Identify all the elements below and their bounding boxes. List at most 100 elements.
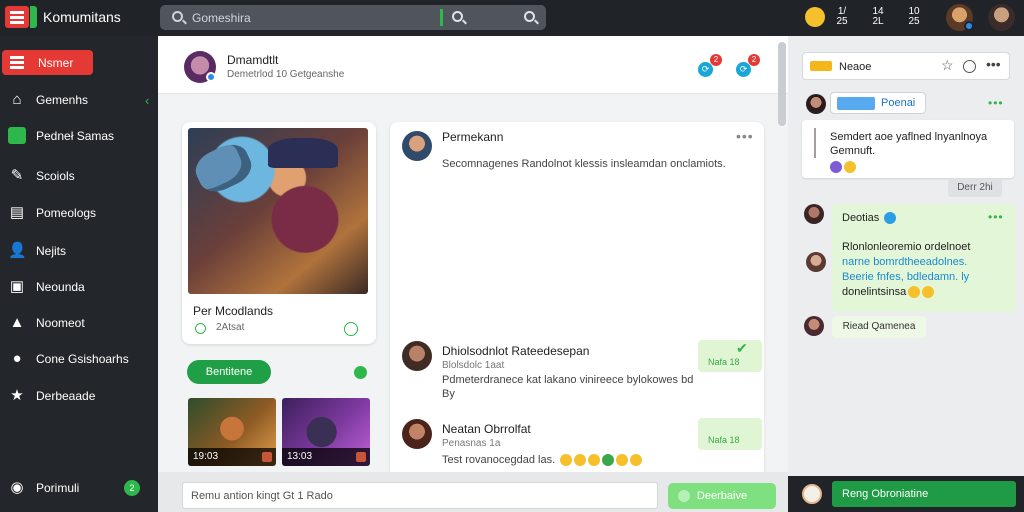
sidebar-item-social[interactable]: ✎ Scoiols: [0, 164, 158, 188]
status-badge[interactable]: Nafa 18: [698, 340, 762, 372]
search-icon[interactable]: [524, 11, 535, 22]
toggle-icon: [678, 490, 690, 502]
star-icon: ★: [10, 387, 24, 404]
sidebar-item-star[interactable]: ★ Derbeaade: [0, 384, 158, 408]
notification-icon[interactable]: ⟳: [698, 62, 713, 77]
circle-icon[interactable]: [963, 60, 976, 73]
profile-icon: ◉: [10, 479, 24, 496]
logo-accent: [30, 6, 37, 28]
emoji-icon: [602, 454, 615, 467]
post-meta: Blolsdolc 1aat: [442, 360, 505, 371]
chat-panel: Neaoe ☆ ••• Poenai ••• Semdert aoe yafln…: [788, 36, 1024, 512]
reply-pill[interactable]: Riead Qamenea: [832, 316, 926, 338]
sidebar-item-home[interactable]: ⌂ Gemenhs ‹: [0, 88, 158, 112]
search-bar[interactable]: [160, 5, 546, 30]
sidebar-item-users[interactable]: 👤 Nejits: [0, 239, 158, 263]
sidebar-item-games[interactable]: Pedneł Samas: [0, 124, 158, 148]
chat-message: Deotias ••• Rlonlonleoremio ordelnoet na…: [832, 204, 1016, 312]
avatar[interactable]: [802, 484, 822, 504]
sidebar-item-group[interactable]: ▲ Noomeot: [0, 311, 158, 335]
message-text: Rlonlonleoremio ordelnoet narne bomrdthe…: [842, 241, 971, 299]
flag-icon: [262, 452, 272, 462]
scrollbar[interactable]: [778, 42, 786, 126]
notification-icon[interactable]: ⟳: [736, 62, 751, 77]
message-input[interactable]: [182, 482, 658, 509]
online-indicator: [964, 21, 974, 31]
more-icon[interactable]: •••: [986, 56, 1001, 72]
chevron-left-icon[interactable]: ‹: [145, 93, 149, 108]
more-icon[interactable]: •••: [988, 210, 1004, 224]
users-icon: 👤: [8, 242, 27, 259]
sidebar-top-button[interactable]: Nsmer: [2, 50, 93, 75]
thumbnail-caption: 13:03: [282, 448, 370, 466]
game-thumbnail[interactable]: 13:03: [282, 398, 370, 466]
search-icon: [172, 11, 183, 22]
home-icon: ⌂: [12, 91, 22, 108]
more-icon[interactable]: •••: [988, 96, 1004, 110]
quote-bar: [814, 128, 816, 158]
chat-message-card: Semdert aoe yaflned lnyanlnoya Gemnuft.: [802, 120, 1014, 178]
search-input[interactable]: [192, 8, 392, 27]
group-icon: ▲: [9, 314, 25, 331]
emoji-icon: [574, 454, 587, 467]
search-divider: [440, 9, 443, 26]
green-action-button[interactable]: Bentitene: [187, 360, 271, 384]
post-author[interactable]: Dhiolsodnlot Rateedesepan: [442, 344, 589, 358]
post-text: By: [442, 388, 455, 400]
hero-card[interactable]: Per Mcodlands 2Atsat: [182, 122, 376, 344]
avatar[interactable]: [402, 419, 432, 449]
search-icon[interactable]: [452, 11, 463, 22]
top-stat[interactable]: 14 2L: [867, 7, 889, 27]
sidebar-item-chat[interactable]: ● Cone Gsishoarhs: [0, 347, 158, 371]
clock-icon: [195, 323, 206, 334]
games-icon: [8, 127, 26, 144]
avatar[interactable]: [402, 341, 432, 371]
chat-footer: Reng Obroniatine: [788, 476, 1024, 512]
chat-icon: ●: [12, 350, 22, 367]
chat-bubble[interactable]: Poenai: [830, 92, 926, 114]
chart-icon: ▤: [9, 204, 25, 221]
info-icon[interactable]: [344, 322, 358, 336]
avatar[interactable]: [402, 131, 432, 161]
emoji-icon: [922, 286, 935, 299]
post-text: Test rovanocegdad las.: [442, 454, 643, 467]
chat-title: Neaoe: [839, 61, 872, 73]
logo-icon[interactable]: [5, 6, 29, 28]
notification-badge: 2: [710, 54, 722, 66]
sidebar-item-list[interactable]: ▣ Neounda: [0, 275, 158, 299]
emoji-icon: [588, 454, 601, 467]
avatar[interactable]: [806, 94, 826, 114]
header-subtitle: Demetrlod 10 Getgeanshe: [227, 69, 345, 80]
status-badge[interactable]: Nafa 18: [698, 418, 762, 450]
top-bar: Komumitans 1/25 142L 1025: [0, 0, 1024, 36]
avatar[interactable]: [804, 204, 824, 224]
post-author[interactable]: Neatan Obrrolfat: [442, 422, 531, 436]
main-header: Dmamdtlt Demetrlod 10 Getgeanshe ⟳ 2 ⟳ 2: [158, 36, 788, 94]
top-stat[interactable]: 10 25: [903, 7, 925, 27]
top-stat[interactable]: 1/25: [831, 7, 853, 27]
emoji-icon: [560, 454, 573, 467]
sidebar: Nsmer ⌂ Gemenhs ‹ Pedneł Samas ✎ Scoiols…: [0, 36, 158, 512]
message-text: Semdert aoe yaflned lnyanlnoya Gemnuft.: [830, 130, 1006, 174]
sidebar-item-chart[interactable]: ▤ Pomeologs: [0, 201, 158, 225]
card-title: Per Mcodlands: [193, 304, 274, 318]
share-icon[interactable]: [354, 366, 367, 379]
join-button[interactable]: Reng Obroniatine: [832, 481, 1016, 507]
verified-icon: [206, 72, 216, 82]
emoji-icon: [616, 454, 629, 467]
avatar[interactable]: [988, 4, 1015, 31]
post-author[interactable]: Permekann: [442, 130, 503, 144]
hero-image: [188, 128, 368, 294]
avatar[interactable]: [804, 316, 824, 336]
tag-icon: [837, 97, 875, 110]
more-icon[interactable]: •••: [736, 128, 754, 144]
emoji-icon: [908, 286, 921, 299]
verified-icon: [884, 212, 896, 224]
notification-badge[interactable]: 2: [124, 480, 140, 496]
avatar[interactable]: [806, 252, 826, 272]
emoji-icon: [630, 454, 643, 467]
emoji-icon[interactable]: [805, 7, 825, 27]
game-thumbnail[interactable]: 19:03: [188, 398, 276, 466]
star-icon[interactable]: ☆: [941, 57, 954, 74]
post-text: Secomnagenes Randolnot klessis insleamda…: [442, 158, 726, 170]
